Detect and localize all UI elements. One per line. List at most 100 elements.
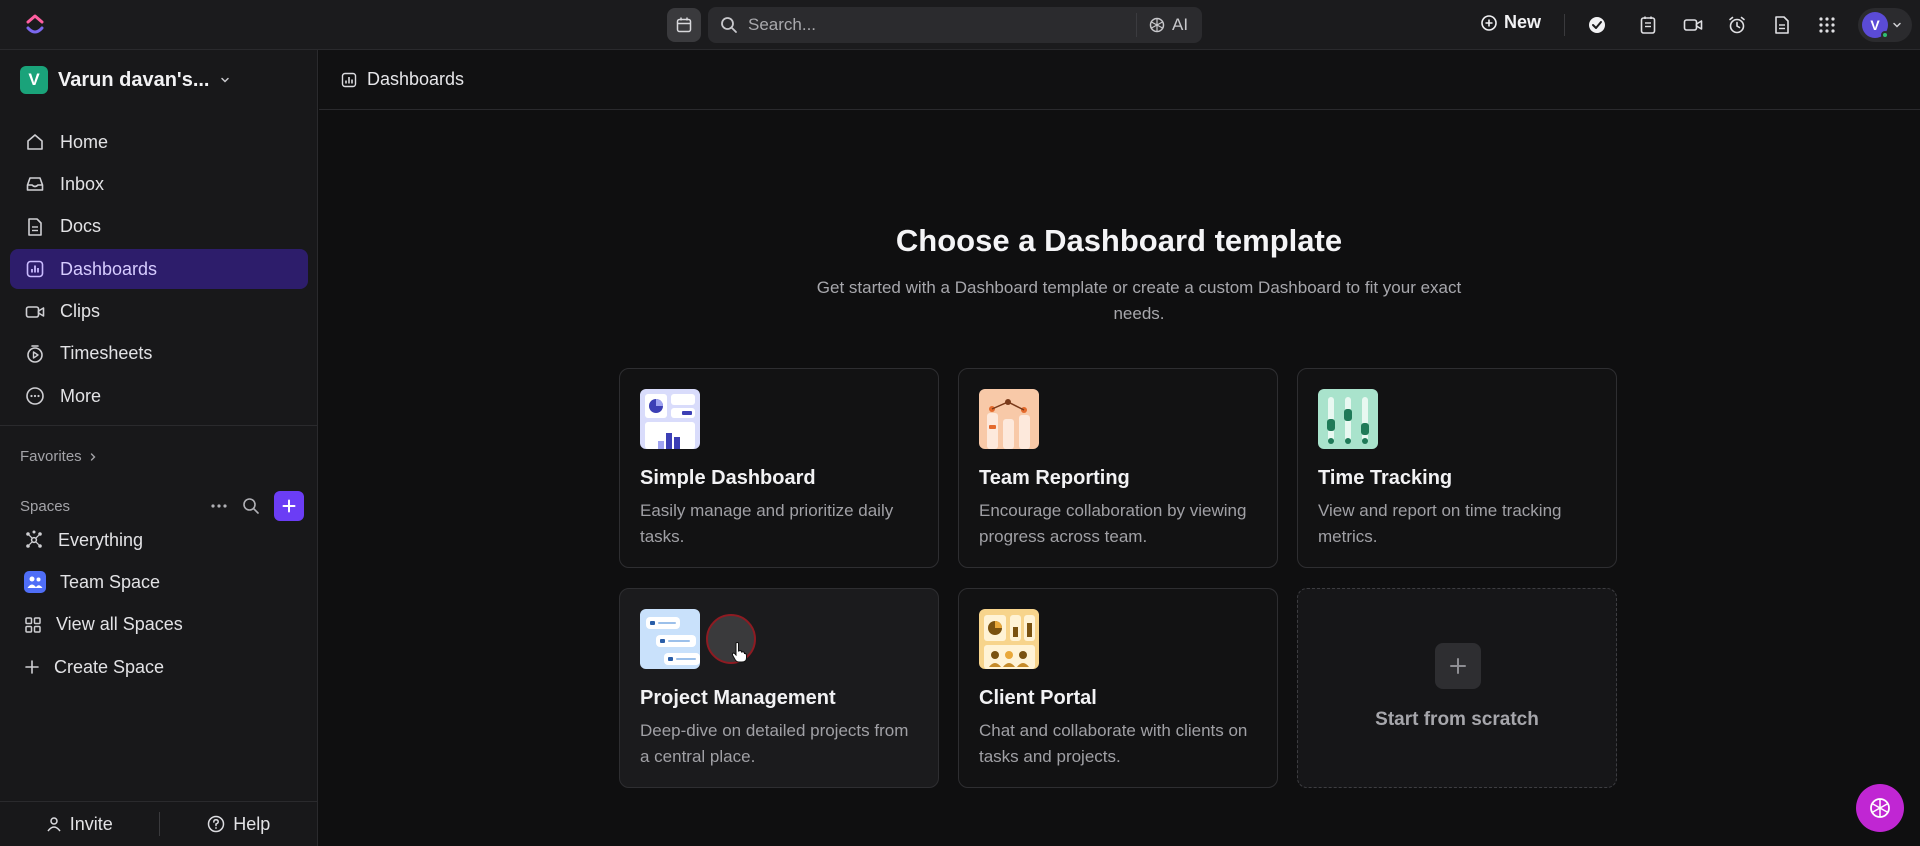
time-tracking-thumbnail-icon (1318, 389, 1378, 449)
add-space-button[interactable] (274, 491, 304, 521)
ai-button[interactable]: AI (1148, 15, 1188, 35)
sidebar-nav: Home Inbox Docs Dashboards Clips Timeshe… (10, 122, 308, 419)
dashboards-icon (24, 258, 46, 280)
ai-label: AI (1172, 15, 1189, 34)
calendar-button[interactable] (667, 8, 701, 42)
start-from-scratch-card[interactable]: Start from scratch (1297, 588, 1617, 788)
plus-icon (1435, 643, 1481, 689)
plus-circle-icon (1480, 14, 1498, 32)
clickup-logo-icon[interactable] (25, 14, 45, 36)
ai-assistant-button[interactable] (1856, 784, 1904, 832)
card-description: View and report on time tracking metrics… (1318, 501, 1562, 546)
hand-cursor-icon (731, 642, 747, 663)
space-item-team-space[interactable]: Team Space (10, 562, 308, 602)
card-title: Time Tracking (1318, 467, 1453, 489)
start-from-scratch-label: Start from scratch (1375, 709, 1539, 730)
search-icon[interactable] (242, 497, 260, 515)
timesheets-icon (24, 343, 46, 365)
dashboards-icon (341, 72, 357, 88)
ai-brain-icon (1870, 798, 1890, 818)
sidebar-item-dashboards[interactable]: Dashboards (10, 249, 308, 290)
invite-button[interactable]: Invite (0, 814, 159, 835)
apps-grid-icon[interactable] (1815, 13, 1839, 37)
sidebar-item-docs[interactable]: Docs (10, 207, 308, 247)
spaces-header: Spaces (20, 491, 304, 521)
search-icon (720, 16, 738, 34)
chevron-right-icon (88, 452, 98, 462)
invite-label: Invite (69, 813, 113, 834)
calendar-icon (676, 17, 692, 33)
sidebar-item-label: Timesheets (60, 343, 153, 364)
favorites-label: Favorites (20, 448, 82, 465)
search-input[interactable] (748, 15, 1128, 35)
workspace-switcher[interactable]: V Varun davan's... (20, 66, 231, 94)
page-title: Choose a Dashboard template (895, 223, 1343, 258)
avatar-initial: V (1870, 17, 1880, 33)
workspace-badge: V (20, 66, 48, 94)
card-title: Project Management (640, 687, 836, 709)
ai-icon (1148, 16, 1166, 34)
new-label: New (1504, 12, 1542, 32)
plus-icon (282, 499, 296, 513)
video-icon[interactable] (1681, 13, 1705, 37)
template-card-simple-dashboard[interactable]: Simple Dashboard Easily manage and prior… (619, 368, 939, 568)
space-item-label: Create Space (54, 656, 165, 677)
search-divider (1136, 13, 1137, 37)
space-item-everything[interactable]: Everything (10, 520, 308, 560)
template-card-team-reporting[interactable]: Team Reporting Encourage collaboration b… (958, 368, 1278, 568)
space-item-label: Everything (58, 529, 144, 550)
user-menu[interactable]: V (1858, 8, 1912, 42)
sidebar: V Varun davan's... Home Inbox Docs Dashb… (0, 50, 318, 846)
alarm-clock-icon[interactable] (1725, 13, 1749, 37)
card-title: Team Reporting (979, 467, 1130, 489)
team-space-icon (24, 571, 46, 594)
chevron-down-icon (1892, 20, 1902, 30)
sidebar-item-home[interactable]: Home (10, 122, 308, 162)
sidebar-item-label: Clips (60, 301, 101, 322)
workspace-name: Varun davan's... (58, 68, 210, 91)
space-item-create-space[interactable]: Create Space (10, 647, 308, 687)
topbar-separator (1564, 14, 1565, 36)
card-description: Easily manage and prioritize daily tasks… (640, 501, 894, 546)
sidebar-item-timesheets[interactable]: Timesheets (10, 334, 308, 374)
check-circle-icon[interactable] (1585, 13, 1609, 37)
sidebar-item-label: Inbox (60, 173, 105, 194)
plus-icon (24, 659, 40, 675)
help-button[interactable]: Help (160, 814, 319, 835)
sidebar-item-clips[interactable]: Clips (10, 292, 308, 332)
card-description: Deep-dive on detailed projects from a ce… (640, 721, 909, 766)
more-options-icon[interactable] (210, 503, 228, 509)
breadcrumb[interactable]: Dashboards (367, 69, 464, 90)
chevron-down-icon (219, 74, 231, 86)
favorites-header[interactable]: Favorites (20, 448, 98, 465)
home-icon (24, 131, 46, 153)
spaces-label: Spaces (20, 497, 71, 515)
sidebar-item-inbox[interactable]: Inbox (10, 164, 308, 204)
top-bar: AI New V (0, 0, 1920, 50)
page-subtitle: Get started with a Dashboard template or… (816, 278, 1462, 323)
new-button[interactable]: New (1480, 12, 1541, 33)
help-label: Help (233, 813, 271, 834)
space-item-view-all-spaces[interactable]: View all Spaces (10, 605, 308, 645)
user-icon (46, 816, 62, 832)
team-reporting-thumbnail-icon (979, 389, 1039, 449)
page-header: Dashboards (319, 50, 1920, 110)
template-card-client-portal[interactable]: Client Portal Chat and collaborate with … (958, 588, 1278, 788)
card-description: Encourage collaboration by viewing progr… (979, 501, 1247, 546)
sidebar-item-more[interactable]: More (10, 376, 308, 416)
document-icon[interactable] (1770, 13, 1794, 37)
sidebar-divider (0, 425, 318, 426)
template-card-time-tracking[interactable]: Time Tracking View and report on time tr… (1297, 368, 1617, 568)
grid-icon (24, 616, 42, 634)
spaces-list: Everything Team Space View all Spaces Cr… (10, 520, 308, 690)
sidebar-footer: Invite Help (0, 801, 318, 846)
clips-icon (24, 301, 46, 323)
template-card-project-management[interactable]: Project Management Deep-dive on detailed… (619, 588, 939, 788)
notepad-icon[interactable] (1636, 13, 1660, 37)
main-content: Choose a Dashboard template Get started … (319, 111, 1920, 846)
sidebar-item-label: Dashboards (60, 258, 158, 279)
docs-icon (24, 216, 46, 238)
simple-dashboard-thumbnail-icon (640, 389, 700, 449)
space-item-label: View all Spaces (56, 614, 183, 635)
search-bar[interactable]: AI (708, 7, 1202, 43)
